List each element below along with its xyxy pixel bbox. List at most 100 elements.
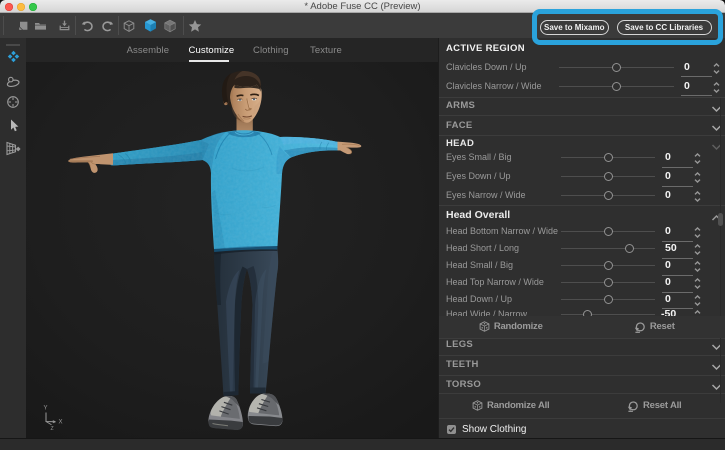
randomize-reset-bar: Randomize Reset bbox=[439, 315, 725, 338]
slider-knob[interactable] bbox=[612, 62, 621, 72]
favorites-star-icon[interactable] bbox=[187, 13, 203, 38]
randomize-all-label: Randomize All bbox=[487, 400, 550, 411]
toolbar-separator bbox=[75, 16, 76, 35]
panel-divider bbox=[439, 115, 725, 116]
tab-clothing[interactable]: Clothing bbox=[253, 38, 289, 62]
main-toolbar: Save to Mixamo Save to CC Libraries bbox=[0, 13, 725, 38]
viewport-3d[interactable]: Y X Z bbox=[26, 62, 438, 438]
redo-icon[interactable] bbox=[100, 13, 116, 38]
cube-shaded-icon[interactable] bbox=[162, 13, 178, 38]
mode-tab-bar: Assemble Customize Clothing Texture bbox=[26, 38, 438, 62]
slider-knob[interactable] bbox=[625, 244, 634, 254]
show-clothing-checkbox[interactable] bbox=[447, 425, 456, 434]
slider-knob[interactable] bbox=[603, 172, 613, 181]
slider-row-eyes-down-up: Eyes Down / Up 0 bbox=[439, 167, 725, 187]
window-footer bbox=[0, 438, 725, 450]
slider-label: Eyes Narrow / Wide bbox=[446, 190, 526, 200]
reset-all-button[interactable]: Reset All bbox=[583, 395, 725, 417]
reset-undo-icon bbox=[634, 321, 645, 333]
stepper-arrows[interactable] bbox=[693, 277, 702, 290]
stepper-arrows[interactable] bbox=[693, 171, 702, 184]
tab-assemble[interactable]: Assemble bbox=[127, 38, 170, 62]
section-header-teeth[interactable]: TEETH bbox=[446, 359, 479, 370]
section-header-face[interactable]: FACE bbox=[446, 120, 473, 131]
slider-knob[interactable] bbox=[603, 227, 613, 237]
open-folder-icon[interactable] bbox=[32, 13, 48, 38]
tab-texture[interactable]: Texture bbox=[310, 38, 342, 62]
chevron-down-icon[interactable] bbox=[710, 103, 723, 116]
slider-knob[interactable] bbox=[603, 278, 613, 288]
randomize-all-button[interactable]: Randomize All bbox=[439, 395, 583, 417]
move-tool-icon[interactable] bbox=[0, 50, 26, 63]
reset-button[interactable]: Reset bbox=[583, 316, 725, 338]
orbit-tool-icon[interactable] bbox=[0, 95, 26, 109]
axis-z-label: Z bbox=[51, 426, 54, 432]
slider-label: Eyes Down / Up bbox=[446, 171, 511, 181]
panel-divider bbox=[439, 205, 725, 206]
export-character-icon[interactable] bbox=[56, 13, 72, 38]
panel-divider bbox=[439, 392, 725, 394]
undo-icon[interactable] bbox=[78, 13, 94, 38]
fuse-app-window: * Adobe Fuse CC (Preview) Save to Mixamo… bbox=[0, 0, 725, 450]
new-document-icon[interactable] bbox=[15, 13, 31, 38]
panel-divider bbox=[439, 374, 725, 376]
panel-divider bbox=[439, 418, 725, 419]
axis-y-label: Y bbox=[44, 406, 48, 412]
chevron-down-icon[interactable] bbox=[710, 122, 723, 135]
stepper-arrows[interactable] bbox=[693, 152, 702, 165]
stepper-arrows[interactable] bbox=[693, 190, 702, 203]
section-header-arms[interactable]: ARMS bbox=[446, 100, 475, 111]
slider-knob[interactable] bbox=[603, 261, 613, 271]
subsection-header-head-overall[interactable]: Head Overall bbox=[446, 209, 510, 221]
tab-customize[interactable]: Customize bbox=[189, 38, 235, 62]
title-bar[interactable]: * Adobe Fuse CC (Preview) bbox=[0, 0, 725, 13]
section-header-torso[interactable]: TORSO bbox=[446, 379, 481, 390]
panel-divider bbox=[439, 337, 725, 339]
cube-wireframe-icon[interactable] bbox=[121, 13, 137, 38]
section-header-legs[interactable]: LEGS bbox=[446, 339, 473, 350]
cube-solid-active-icon[interactable] bbox=[142, 13, 158, 38]
toolbar-separator bbox=[3, 16, 4, 35]
slider-label: Clavicles Down / Up bbox=[446, 61, 527, 72]
active-region-header: ACTIVE REGION bbox=[446, 42, 525, 54]
slider-knob[interactable] bbox=[612, 81, 621, 91]
panel-scrollbar-thumb[interactable] bbox=[718, 213, 723, 226]
chevron-down-icon[interactable] bbox=[710, 341, 723, 354]
panel-divider bbox=[439, 96, 725, 98]
stepper-arrows[interactable] bbox=[712, 81, 721, 94]
reset-all-label: Reset All bbox=[642, 400, 682, 411]
panel-divider bbox=[439, 354, 725, 356]
perspective-tool-icon[interactable] bbox=[0, 141, 26, 156]
randomize-label: Randomize bbox=[493, 321, 543, 332]
slider-track[interactable] bbox=[561, 248, 655, 250]
slider-knob[interactable] bbox=[603, 191, 613, 200]
dice-icon bbox=[479, 321, 490, 332]
panel-divider bbox=[439, 134, 725, 136]
save-to-cc-libraries-button[interactable]: Save to CC Libraries bbox=[616, 20, 712, 35]
rotate-tool-icon[interactable] bbox=[0, 74, 26, 88]
window-title: * Adobe Fuse CC (Preview) bbox=[304, 1, 421, 12]
rail-handle bbox=[6, 43, 20, 46]
slider-row-clavicles-narrow-wide: Clavicles Narrow / Wide 0 bbox=[439, 77, 725, 96]
dice-icon bbox=[472, 400, 483, 411]
slider-knob[interactable] bbox=[603, 294, 613, 304]
stepper-arrows[interactable] bbox=[712, 62, 721, 75]
stepper-arrows[interactable] bbox=[693, 260, 702, 273]
reset-label: Reset bbox=[649, 321, 675, 332]
slider-row-eyes-narrow-wide: Eyes Narrow / Wide 0 bbox=[439, 186, 725, 206]
stepper-arrows[interactable] bbox=[693, 226, 702, 239]
reset-undo-icon bbox=[627, 400, 638, 412]
chevron-down-icon[interactable] bbox=[710, 361, 723, 374]
slider-knob[interactable] bbox=[603, 153, 613, 162]
stepper-arrows[interactable] bbox=[693, 243, 702, 256]
axis-x-label: X bbox=[59, 420, 63, 426]
customize-panel: ACTIVE REGION Clavicles Down / Up 0 Clav… bbox=[438, 38, 725, 438]
panel-scrollbar-track bbox=[720, 98, 721, 403]
randomize-all-reset-all-bar: Randomize All Reset All bbox=[439, 395, 725, 417]
checkmark-icon bbox=[448, 427, 455, 433]
save-to-mixamo-button[interactable]: Save to Mixamo bbox=[540, 20, 609, 35]
randomize-button[interactable]: Randomize bbox=[439, 316, 583, 338]
select-tool-icon[interactable] bbox=[0, 118, 26, 133]
character-model: Y X Z bbox=[26, 62, 438, 438]
show-clothing-row: Show Clothing bbox=[439, 421, 725, 438]
